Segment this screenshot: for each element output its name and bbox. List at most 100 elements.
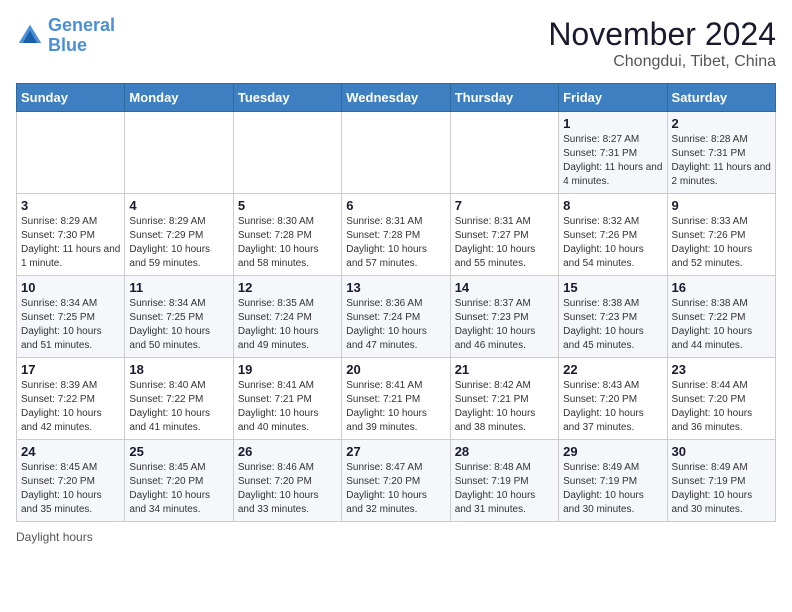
day-number: 4 (129, 198, 228, 213)
calendar-day-header: Thursday (450, 84, 558, 112)
logo: General Blue (16, 16, 115, 56)
calendar-cell: 26 Sunrise: 8:46 AM Sunset: 7:20 PM Dayli… (233, 440, 341, 522)
calendar-cell: 2 Sunrise: 8:28 AM Sunset: 7:31 PM Daylig… (667, 112, 775, 194)
day-number: 29 (563, 444, 662, 459)
day-info: Sunrise: 8:35 AM Sunset: 7:24 PM Dayligh… (238, 297, 337, 353)
calendar-cell: 20 Sunrise: 8:41 AM Sunset: 7:21 PM Dayli… (342, 358, 450, 440)
day-number: 17 (21, 362, 120, 377)
day-number: 28 (455, 444, 554, 459)
calendar-cell: 13Sunrise: 8:36 AM Sunset: 7:24 PM Dayli… (342, 276, 450, 358)
day-number: 16 (672, 280, 771, 295)
calendar-cell: 1Sunrise: 8:27 AM Sunset: 7:31 PM Daylig… (559, 112, 667, 194)
day-info: Sunrise: 8:34 AM Sunset: 7:25 PM Dayligh… (129, 297, 228, 353)
calendar-cell: 27 Sunrise: 8:47 AM Sunset: 7:20 PM Dayli… (342, 440, 450, 522)
calendar-cell (342, 112, 450, 194)
calendar-cell: 3Sunrise: 8:29 AM Sunset: 7:30 PM Daylig… (17, 194, 125, 276)
calendar-day-header: Tuesday (233, 84, 341, 112)
day-number: 26 (238, 444, 337, 459)
day-number: 6 (346, 198, 445, 213)
calendar-cell: 10 Sunrise: 8:34 AM Sunset: 7:25 PM Dayli… (17, 276, 125, 358)
day-info: Sunrise: 8:37 AM Sunset: 7:23 PM Dayligh… (455, 297, 554, 353)
day-info: Sunrise: 8:28 AM Sunset: 7:31 PM Dayligh… (672, 133, 771, 189)
calendar-cell: 21 Sunrise: 8:42 AM Sunset: 7:21 PM Dayli… (450, 358, 558, 440)
footer: Daylight hours (16, 530, 776, 544)
day-number: 23 (672, 362, 771, 377)
calendar-day-header: Wednesday (342, 84, 450, 112)
day-info: Sunrise: 8:31 AM Sunset: 7:28 PM Dayligh… (346, 215, 445, 271)
day-number: 2 (672, 116, 771, 131)
calendar-cell: 19 Sunrise: 8:41 AM Sunset: 7:21 PM Dayli… (233, 358, 341, 440)
day-number: 25 (129, 444, 228, 459)
day-info: Sunrise: 8:49 AM Sunset: 7:19 PM Dayligh… (563, 461, 662, 517)
calendar-cell: 25 Sunrise: 8:45 AM Sunset: 7:20 PM Dayli… (125, 440, 233, 522)
calendar-day-header: Friday (559, 84, 667, 112)
day-info: Sunrise: 8:38 AM Sunset: 7:23 PM Dayligh… (563, 297, 662, 353)
day-info: Sunrise: 8:34 AM Sunset: 7:25 PM Dayligh… (21, 297, 120, 353)
calendar-cell: 7Sunrise: 8:31 AM Sunset: 7:27 PM Daylig… (450, 194, 558, 276)
day-info: Sunrise: 8:38 AM Sunset: 7:22 PM Dayligh… (672, 297, 771, 353)
calendar-cell: 15Sunrise: 8:38 AM Sunset: 7:23 PM Dayli… (559, 276, 667, 358)
day-info: Sunrise: 8:45 AM Sunset: 7:20 PM Dayligh… (129, 461, 228, 517)
day-info: Sunrise: 8:41 AM Sunset: 7:21 PM Dayligh… (346, 379, 445, 435)
day-info: Sunrise: 8:31 AM Sunset: 7:27 PM Dayligh… (455, 215, 554, 271)
calendar-cell: 22 Sunrise: 8:43 AM Sunset: 7:20 PM Dayli… (559, 358, 667, 440)
day-number: 21 (455, 362, 554, 377)
calendar-cell: 14 Sunrise: 8:37 AM Sunset: 7:23 PM Dayli… (450, 276, 558, 358)
calendar-cell: 16 Sunrise: 8:38 AM Sunset: 7:22 PM Dayli… (667, 276, 775, 358)
page-header: General Blue November 2024 Chongdui, Tib… (16, 16, 776, 71)
logo-icon (16, 22, 44, 50)
calendar-cell: 4Sunrise: 8:29 AM Sunset: 7:29 PM Daylig… (125, 194, 233, 276)
calendar-cell: 11Sunrise: 8:34 AM Sunset: 7:25 PM Dayli… (125, 276, 233, 358)
subtitle: Chongdui, Tibet, China (548, 53, 776, 71)
calendar-cell (233, 112, 341, 194)
day-info: Sunrise: 8:36 AM Sunset: 7:24 PM Dayligh… (346, 297, 445, 353)
day-info: Sunrise: 8:43 AM Sunset: 7:20 PM Dayligh… (563, 379, 662, 435)
calendar-cell: 6 Sunrise: 8:31 AM Sunset: 7:28 PM Daylig… (342, 194, 450, 276)
calendar-cell: 12 Sunrise: 8:35 AM Sunset: 7:24 PM Dayli… (233, 276, 341, 358)
title-area: November 2024 Chongdui, Tibet, China (548, 16, 776, 71)
day-info: Sunrise: 8:30 AM Sunset: 7:28 PM Dayligh… (238, 215, 337, 271)
calendar-cell: 17 Sunrise: 8:39 AM Sunset: 7:22 PM Dayli… (17, 358, 125, 440)
day-info: Sunrise: 8:39 AM Sunset: 7:22 PM Dayligh… (21, 379, 120, 435)
calendar-cell: 23 Sunrise: 8:44 AM Sunset: 7:20 PM Dayli… (667, 358, 775, 440)
logo-line1: General (48, 15, 115, 35)
calendar-cell: 24 Sunrise: 8:45 AM Sunset: 7:20 PM Dayli… (17, 440, 125, 522)
logo-text: General Blue (48, 16, 115, 56)
day-number: 14 (455, 280, 554, 295)
day-number: 22 (563, 362, 662, 377)
calendar-cell: 30Sunrise: 8:49 AM Sunset: 7:19 PM Dayli… (667, 440, 775, 522)
day-info: Sunrise: 8:41 AM Sunset: 7:21 PM Dayligh… (238, 379, 337, 435)
calendar-cell: 29 Sunrise: 8:49 AM Sunset: 7:19 PM Dayli… (559, 440, 667, 522)
calendar-cell (17, 112, 125, 194)
calendar-cell: 5Sunrise: 8:30 AM Sunset: 7:28 PM Daylig… (233, 194, 341, 276)
calendar-cell (450, 112, 558, 194)
day-info: Sunrise: 8:40 AM Sunset: 7:22 PM Dayligh… (129, 379, 228, 435)
day-info: Sunrise: 8:29 AM Sunset: 7:30 PM Dayligh… (21, 215, 120, 271)
calendar-day-header: Sunday (17, 84, 125, 112)
day-number: 9 (672, 198, 771, 213)
calendar-week-row: 1Sunrise: 8:27 AM Sunset: 7:31 PM Daylig… (17, 112, 776, 194)
day-number: 19 (238, 362, 337, 377)
day-number: 10 (21, 280, 120, 295)
day-number: 20 (346, 362, 445, 377)
calendar-cell (125, 112, 233, 194)
calendar-cell: 18Sunrise: 8:40 AM Sunset: 7:22 PM Dayli… (125, 358, 233, 440)
day-number: 1 (563, 116, 662, 131)
day-info: Sunrise: 8:44 AM Sunset: 7:20 PM Dayligh… (672, 379, 771, 435)
day-info: Sunrise: 8:46 AM Sunset: 7:20 PM Dayligh… (238, 461, 337, 517)
daylight-label: Daylight hours (16, 530, 93, 544)
calendar-cell: 9 Sunrise: 8:33 AM Sunset: 7:26 PM Daylig… (667, 194, 775, 276)
day-info: Sunrise: 8:33 AM Sunset: 7:26 PM Dayligh… (672, 215, 771, 271)
calendar-week-row: 3Sunrise: 8:29 AM Sunset: 7:30 PM Daylig… (17, 194, 776, 276)
calendar-week-row: 10 Sunrise: 8:34 AM Sunset: 7:25 PM Dayli… (17, 276, 776, 358)
day-info: Sunrise: 8:48 AM Sunset: 7:19 PM Dayligh… (455, 461, 554, 517)
day-number: 24 (21, 444, 120, 459)
day-info: Sunrise: 8:45 AM Sunset: 7:20 PM Dayligh… (21, 461, 120, 517)
calendar-day-header: Monday (125, 84, 233, 112)
day-info: Sunrise: 8:42 AM Sunset: 7:21 PM Dayligh… (455, 379, 554, 435)
day-number: 30 (672, 444, 771, 459)
day-number: 12 (238, 280, 337, 295)
day-info: Sunrise: 8:47 AM Sunset: 7:20 PM Dayligh… (346, 461, 445, 517)
day-number: 27 (346, 444, 445, 459)
calendar-header-row: SundayMondayTuesdayWednesdayThursdayFrid… (17, 84, 776, 112)
